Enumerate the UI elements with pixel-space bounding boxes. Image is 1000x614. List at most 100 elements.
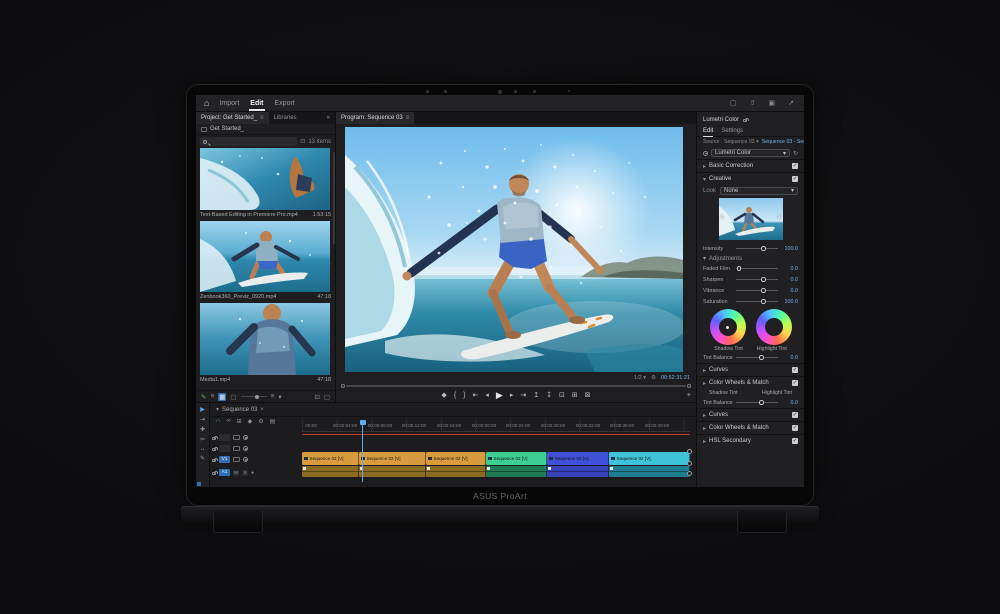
scrollbar[interactable] — [333, 152, 335, 244]
track-header-v1[interactable]: V1 — [212, 455, 302, 464]
nest-icon[interactable]: ⊞ — [237, 418, 242, 425]
source-select[interactable]: Source · Sequence 03 ▾ — [703, 139, 759, 145]
workspace-panel-icon[interactable]: ▢ — [728, 99, 739, 107]
slider-track[interactable] — [736, 301, 778, 302]
audio-clip[interactable] — [426, 466, 486, 477]
timeline-clip[interactable]: Sequence 02 [V] — [609, 452, 690, 465]
track-handle-icon[interactable] — [687, 461, 692, 466]
linked-selection-icon[interactable]: ∞ — [226, 418, 230, 425]
sort-icon[interactable]: ≡ — [271, 393, 275, 400]
tab-export[interactable]: Export — [274, 98, 296, 109]
look-select[interactable]: None▾ — [720, 187, 798, 195]
slider-track[interactable] — [736, 357, 778, 358]
highlight-tint-wheel[interactable] — [756, 309, 792, 345]
slider-track[interactable] — [736, 268, 778, 269]
tab-import[interactable]: Import — [218, 98, 240, 109]
tab-lumetri-settings[interactable]: Settings — [721, 128, 743, 134]
timeline-clip[interactable]: Sequence 02 [V] — [302, 452, 359, 465]
lock-icon[interactable] — [212, 459, 216, 462]
track-toggle-icon[interactable] — [233, 435, 240, 440]
section-hsl-secondary[interactable]: ▸HSL Secondary ✓ — [697, 434, 804, 447]
mute-button[interactable]: M — [233, 470, 239, 476]
timeline-marker-icon[interactable]: ◆ — [248, 418, 253, 425]
tab-lumetri-edit[interactable]: Edit — [703, 128, 713, 134]
freeform-view-icon[interactable]: ▢ — [230, 393, 236, 401]
section-color-wheels-1[interactable]: ▸Color Wheels & Match ✓ — [697, 376, 804, 389]
track-handle-icon[interactable] — [687, 449, 692, 454]
automate-icon[interactable]: ▾ — [278, 393, 281, 401]
mic-icon[interactable]: ● — [251, 470, 254, 476]
reset-effect-icon[interactable]: ↻ — [793, 150, 798, 157]
insert-icon[interactable]: ⊞ — [572, 391, 578, 399]
track-header-a1[interactable]: A1 M S ● — [212, 468, 302, 477]
step-back-icon[interactable]: ◂ — [485, 391, 489, 399]
section-creative[interactable]: ▾Creative ✓ — [697, 172, 804, 185]
timeline-clip[interactable]: Sequence 02 [V] — [426, 452, 486, 465]
lift-icon[interactable]: ↥ — [533, 391, 539, 399]
source-target-link[interactable]: Sequence 03 - Sequence… — [762, 139, 804, 145]
snap-icon[interactable]: ∩ — [216, 418, 220, 425]
section-color-wheels-2[interactable]: ▸Color Wheels & Match ✓ — [697, 421, 804, 434]
timeline-wrench-icon[interactable]: ⚙ — [258, 418, 263, 425]
lock-icon[interactable] — [743, 119, 747, 122]
playback-resolution-select[interactable]: 1/2 ▾ — [634, 375, 646, 381]
overwrite-icon[interactable]: ⊠ — [585, 391, 591, 399]
monitor-settings-icon[interactable]: ⚙ — [651, 375, 656, 381]
timeline-settings-icon[interactable]: ▤ — [270, 418, 276, 425]
slider-handle[interactable] — [761, 288, 766, 293]
audio-clip[interactable] — [359, 466, 426, 477]
track-header-v2[interactable] — [212, 444, 302, 453]
slider-handle[interactable] — [761, 277, 766, 282]
workspaces-icon[interactable]: ▣ — [767, 99, 778, 107]
lock-icon[interactable] — [212, 472, 216, 475]
track-toggle-icon[interactable] — [233, 457, 240, 462]
pen-tool-icon[interactable]: ✎ — [200, 455, 205, 462]
fullscreen-icon[interactable]: ↗ — [786, 99, 796, 107]
slider-value[interactable]: 100.0 — [781, 246, 798, 252]
program-timecode[interactable]: 00:52:31:21 — [661, 375, 690, 381]
audio-clip[interactable] — [302, 466, 359, 477]
close-icon[interactable]: × — [260, 407, 264, 413]
lock-icon[interactable] — [212, 448, 216, 451]
grid-view-icon[interactable]: ▦ — [218, 393, 226, 401]
eye-icon[interactable] — [243, 446, 248, 451]
step-forward-icon[interactable]: ▸ — [510, 391, 514, 399]
lock-icon[interactable] — [212, 437, 216, 440]
slider-value[interactable]: 0.0 — [781, 355, 798, 361]
timeline-clip[interactable]: Sequence 02 [V] — [547, 452, 609, 465]
track-select-tool-icon[interactable]: ⇥ — [200, 416, 205, 423]
slider-value[interactable]: 0.0 — [781, 400, 798, 406]
checkbox-checked-icon[interactable]: ✓ — [792, 367, 798, 373]
slider-value[interactable]: 0.0 — [781, 266, 798, 272]
checkbox-checked-icon[interactable]: ✓ — [792, 425, 798, 431]
add-marker-icon[interactable]: ◆ — [441, 391, 446, 399]
slider-value[interactable]: 0.0 — [781, 277, 798, 283]
razor-tool-icon[interactable]: ✂ — [200, 436, 205, 443]
audio-clip[interactable] — [486, 466, 547, 477]
search-options-icon[interactable]: ⊡ — [300, 138, 305, 145]
slider-handle[interactable] — [759, 355, 764, 360]
solo-button[interactable]: S — [242, 470, 248, 476]
slider-handle[interactable] — [737, 266, 742, 271]
checkbox-checked-icon[interactable]: ✓ — [792, 163, 798, 169]
go-to-out-icon[interactable]: ⇥ — [520, 391, 526, 399]
slider-handle[interactable] — [761, 246, 766, 251]
source-patch-a1[interactable]: A1 — [219, 469, 230, 476]
extract-icon[interactable]: ↧ — [546, 391, 552, 399]
fx-bypass-icon[interactable] — [703, 151, 708, 156]
new-bin-icon[interactable]: ▢ — [324, 393, 330, 401]
checkbox-checked-icon[interactable]: ✓ — [792, 412, 798, 418]
list-item[interactable]: Text-Based Editing in Premiere Pro.mp4 1… — [200, 148, 331, 219]
find-icon[interactable]: ⊡ — [314, 393, 319, 401]
audio-clip[interactable] — [609, 466, 690, 477]
checkbox-checked-icon[interactable]: ✓ — [792, 380, 798, 386]
ripple-edit-tool-icon[interactable]: ✚ — [200, 426, 205, 433]
button-editor-icon[interactable]: + — [687, 392, 691, 399]
track-header-v3[interactable] — [212, 433, 302, 442]
adjustments-header[interactable]: ▾Adjustments — [697, 254, 804, 263]
tab-program[interactable]: Program: Sequence 03 ≡ — [336, 112, 414, 124]
panel-menu-icon[interactable]: ≡ — [260, 115, 264, 121]
list-item[interactable]: Media1.mp4 47:18 — [200, 303, 331, 384]
mark-out-icon[interactable]: } — [463, 392, 465, 399]
mark-in-icon[interactable]: { — [454, 392, 456, 399]
